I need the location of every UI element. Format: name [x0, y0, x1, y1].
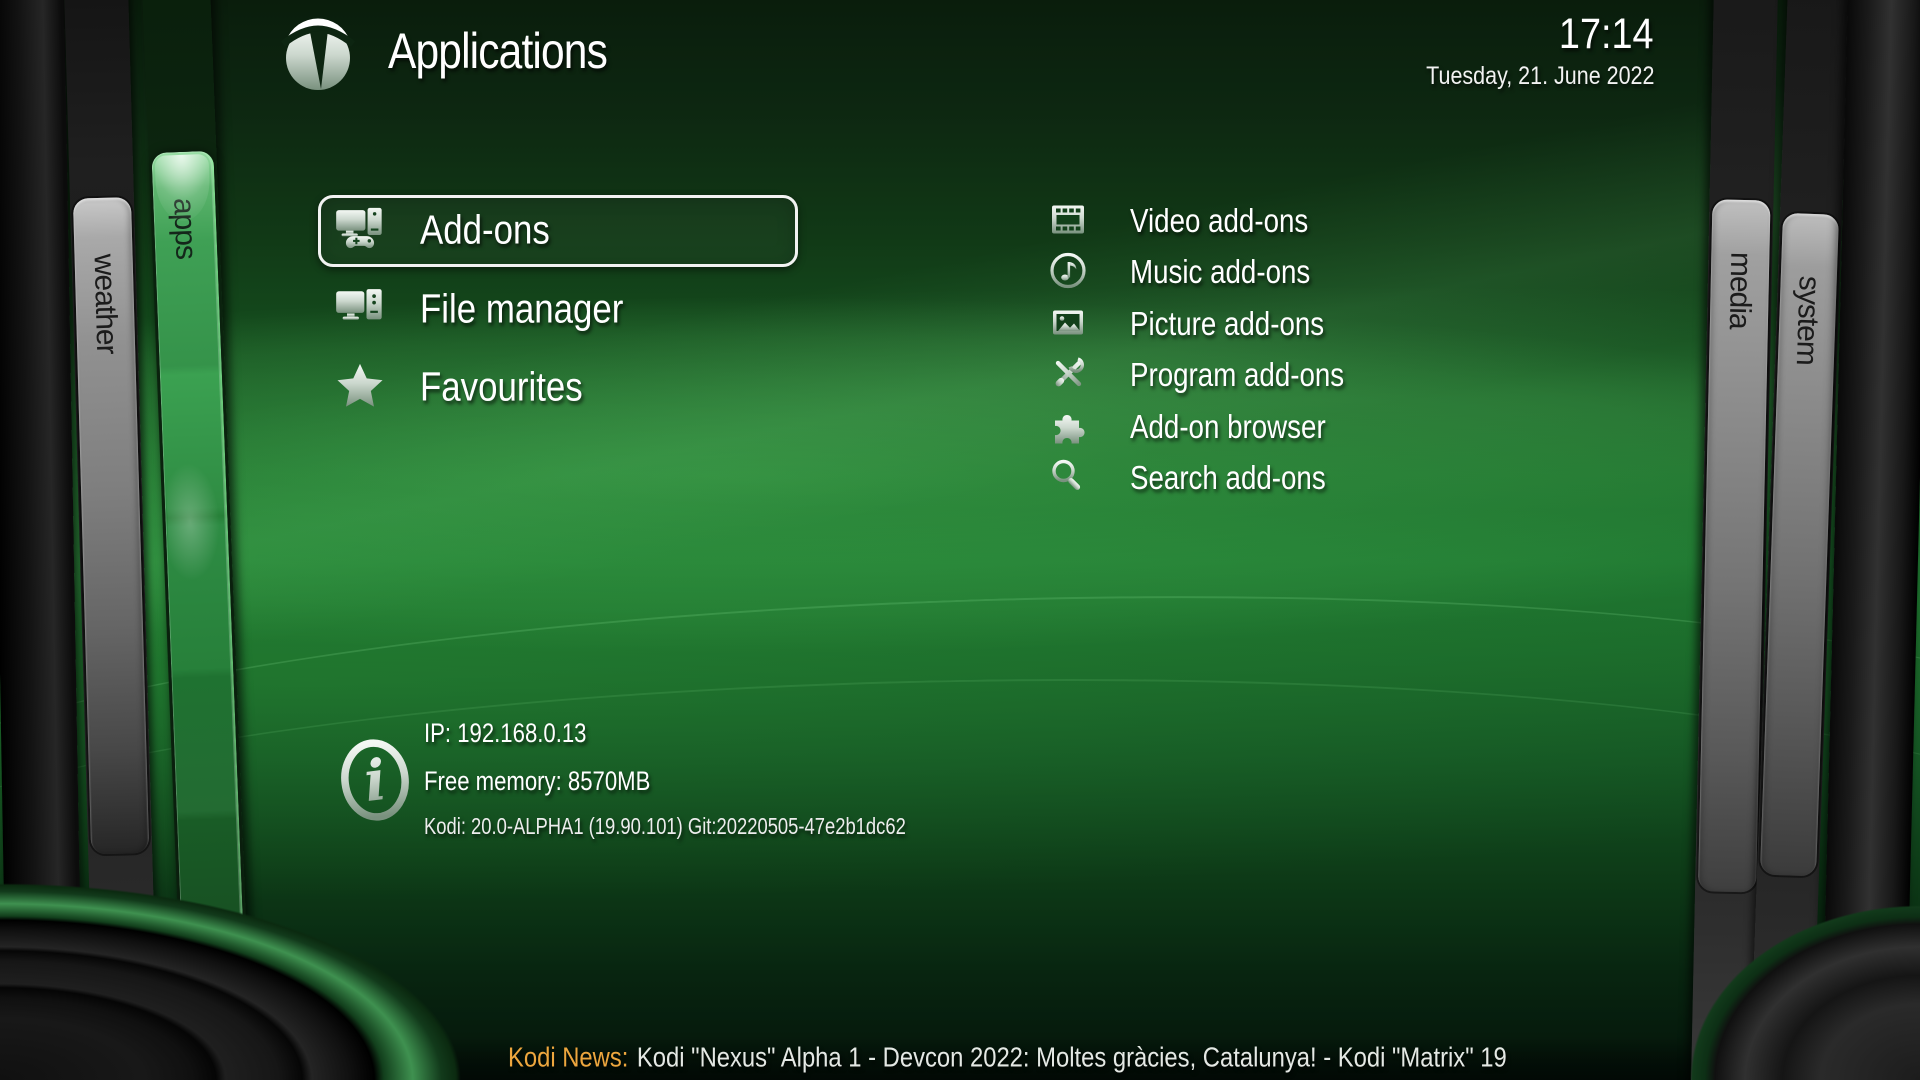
right-bottom-frame-corner [1660, 880, 1920, 1080]
addons-icon [334, 203, 386, 260]
svg-text:i: i [361, 747, 390, 815]
search-addons-icon [1048, 457, 1088, 502]
info-kodi-version: Kodi: 20.0-ALPHA1 (19.90.101) Git:202205… [424, 813, 906, 840]
program-addons-icon [1048, 354, 1088, 399]
menu-item-favourites[interactable]: Favourites [318, 353, 798, 423]
sidebar-tab-weather-label: weather [86, 253, 123, 354]
submenu-item-label: Add-on browser [1130, 408, 1326, 446]
video-addons-icon [1048, 200, 1088, 245]
submenu-item-music-addons[interactable]: Music add-ons [1048, 251, 1568, 295]
menu-item-addons[interactable]: Add-ons [318, 196, 798, 266]
menu-item-file-manager[interactable]: File manager [318, 275, 798, 345]
menu-item-label: Favourites [420, 364, 583, 411]
menu-item-label: Add-ons [420, 207, 550, 254]
sidebar-tab-media-label: media [1722, 252, 1758, 329]
music-addons-icon [1048, 251, 1088, 296]
file-manager-icon [334, 282, 386, 339]
sidebar-tab-system-label: system [1789, 275, 1826, 365]
news-ticker-label: Kodi News: [508, 1041, 628, 1072]
skin-logo [276, 10, 360, 99]
kodi-home-screen: Applications 17:14 Tuesday, 21. June 202… [0, 0, 1920, 1080]
favourites-icon [334, 360, 386, 417]
menu-item-label: File manager [420, 286, 623, 333]
submenu-item-program-addons[interactable]: Program add-ons [1048, 354, 1568, 398]
info-icon: i [336, 734, 414, 831]
page-title: Applications [388, 22, 607, 80]
picture-addons-icon [1048, 303, 1088, 348]
submenu-item-search-addons[interactable]: Search add-ons [1048, 457, 1568, 501]
clock-time: 17:14 [1559, 10, 1654, 59]
clock-date: Tuesday, 21. June 2022 [1426, 62, 1654, 91]
submenu-item-video-addons[interactable]: Video add-ons [1048, 200, 1568, 244]
submenu-item-label: Program add-ons [1130, 356, 1344, 394]
info-free-memory: Free memory: 8570MB [424, 766, 650, 797]
submenu-item-label: Picture add-ons [1130, 305, 1324, 343]
submenu-item-label: Search add-ons [1130, 459, 1326, 497]
addon-browser-icon [1048, 406, 1088, 451]
submenu-item-label: Music add-ons [1130, 253, 1310, 291]
sidebar-tab-apps-label: apps [166, 197, 202, 259]
submenu-item-addon-browser[interactable]: Add-on browser [1048, 406, 1568, 450]
info-ip: IP: 192.168.0.13 [424, 718, 587, 749]
submenu-item-label: Video add-ons [1130, 202, 1308, 240]
news-ticker-text: Kodi "Nexus" Alpha 1 - Devcon 2022: Molt… [637, 1041, 1507, 1072]
left-bottom-frame-corner [0, 850, 500, 1080]
submenu-item-picture-addons[interactable]: Picture add-ons [1048, 303, 1568, 347]
